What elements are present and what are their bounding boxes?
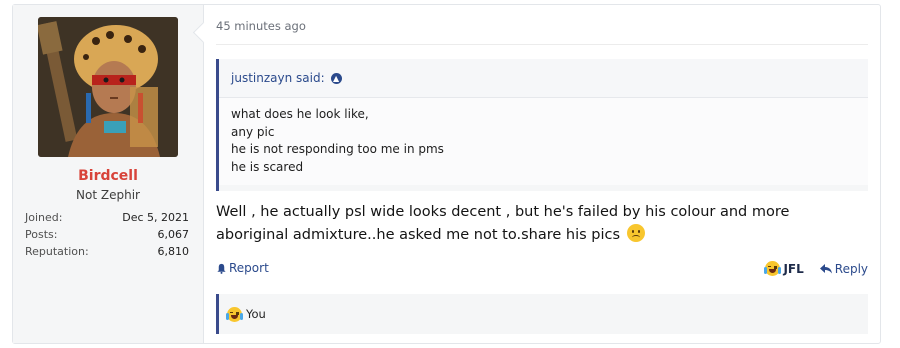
user-cell: Birdcell Not Zephir Joined: Dec 5, 2021 … xyxy=(13,5,204,343)
report-button[interactable]: Report xyxy=(216,261,269,275)
stat-joined: Joined: Dec 5, 2021 xyxy=(25,209,189,226)
post-message: Well , he actually psl wide looks decent… xyxy=(216,201,856,247)
stat-label: Posts: xyxy=(25,228,58,241)
quote-line: what does he look like, xyxy=(231,107,369,121)
user-stats: Joined: Dec 5, 2021 Posts: 6,067 Reputat… xyxy=(25,209,189,260)
jump-to-quote-icon[interactable]: ▲ xyxy=(330,72,342,84)
tear xyxy=(240,312,243,320)
bell-icon xyxy=(217,263,226,274)
tear xyxy=(778,267,782,274)
divider xyxy=(216,44,868,45)
right-actions: JFL Reply xyxy=(764,261,868,276)
quote-content: what does he look like, any pic he is no… xyxy=(219,98,868,185)
stat-value: 6,067 xyxy=(157,228,190,241)
crying-laughing-emoji-icon xyxy=(226,306,243,322)
quote-line: he is not responding too me in pms xyxy=(231,142,444,156)
quote-line: any pic xyxy=(231,124,275,139)
jfl-label: JFL xyxy=(783,261,804,276)
stat-posts: Posts: 6,067 xyxy=(25,226,189,243)
report-label: Report xyxy=(229,261,269,275)
stat-value: Dec 5, 2021 xyxy=(122,211,189,224)
forum-post: Birdcell Not Zephir Joined: Dec 5, 2021 … xyxy=(12,4,881,344)
crying-laughing-emoji-icon xyxy=(764,261,782,276)
tear xyxy=(764,267,768,274)
reactions-bar[interactable]: You xyxy=(216,294,868,334)
quote-block: justinzayn said: ▲ what does he look lik… xyxy=(216,59,868,191)
message-text: Well , he actually psl wide looks decent… xyxy=(216,204,790,243)
post-main: 45 minutes ago justinzayn said: ▲ what d… xyxy=(192,5,880,343)
frowning-face-emoji-icon xyxy=(626,224,645,242)
username-link[interactable]: Birdcell xyxy=(13,168,203,184)
jfl-reaction-button[interactable]: JFL xyxy=(764,261,804,276)
stat-reputation: Reputation: 6,810 xyxy=(25,243,189,260)
reply-label: Reply xyxy=(834,261,868,276)
tear xyxy=(226,312,229,320)
user-title: Not Zephir xyxy=(76,188,140,202)
post-timestamp[interactable]: 45 minutes ago xyxy=(216,19,306,33)
quote-line: he is scared xyxy=(231,159,304,174)
avatar[interactable] xyxy=(38,17,178,157)
stat-value: 6,810 xyxy=(157,245,190,258)
stat-label: Joined: xyxy=(25,211,63,224)
reply-button[interactable]: Reply xyxy=(819,261,868,276)
reply-arrow-icon xyxy=(819,263,832,273)
reactions-label[interactable]: You xyxy=(246,307,266,321)
quote-header[interactable]: justinzayn said: ▲ xyxy=(219,59,868,98)
quote-author[interactable]: justinzayn said: xyxy=(231,71,325,85)
stat-label: Reputation: xyxy=(25,245,89,258)
post-actions: Report JFL Reply xyxy=(216,261,868,281)
